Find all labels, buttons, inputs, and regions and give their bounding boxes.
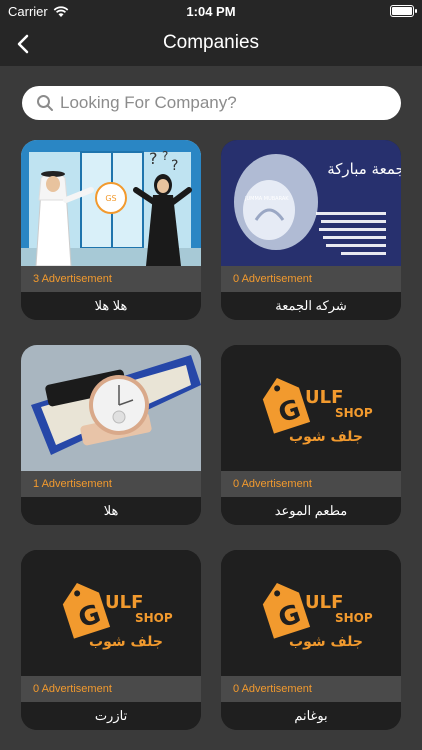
company-card[interactable]: G ULF SHOP جلف شوب 0 Advertisement مطعم … <box>221 345 401 525</box>
company-image: G ULF SHOP جلف شوب <box>221 345 401 471</box>
company-name: تازرت <box>21 702 201 730</box>
company-card[interactable]: جمعة مباركة JUMMA MUBARAK 0 Advertisemen… <box>221 140 401 320</box>
svg-text:ULF: ULF <box>105 592 143 613</box>
svg-text:ULF: ULF <box>305 387 343 408</box>
company-card[interactable]: G ULF SHOP جلف شوب 0 Advertisement بوغان… <box>221 550 401 730</box>
company-name: هلا <box>21 497 201 525</box>
search-bar[interactable] <box>22 86 401 120</box>
navigation-bar: Companies <box>0 22 422 66</box>
page-title: Companies <box>162 32 260 53</box>
advertisement-count: 0 Advertisement <box>221 676 401 702</box>
advertisement-count: 1 Advertisement <box>21 471 201 497</box>
advertisement-count: 0 Advertisement <box>221 471 401 497</box>
company-name: مطعم الموعد <box>221 497 401 525</box>
svg-text:?: ? <box>171 158 178 174</box>
svg-text:جلف شوب: جلف شوب <box>289 429 363 445</box>
advertisement-count: 0 Advertisement <box>21 676 201 702</box>
company-name: هلا هلا <box>21 292 201 320</box>
company-card[interactable]: G ULF SHOP جلف شوب 0 Advertisement تازرت <box>21 550 201 730</box>
advertisement-count: 3 Advertisement <box>21 266 201 292</box>
status-bar: Carrier 1:04 PM <box>0 0 422 22</box>
company-image: G ULF SHOP جلف شوب <box>221 550 401 676</box>
svg-text:جلف شوب: جلف شوب <box>89 634 163 650</box>
svg-text:SHOP: SHOP <box>335 611 373 625</box>
search-input[interactable] <box>60 93 380 113</box>
company-card[interactable]: 1 Advertisement هلا <box>21 345 201 525</box>
company-card[interactable]: GS ? ? ? 3 Advertisement هلا هلا <box>21 140 201 320</box>
svg-text:جلف شوب: جلف شوب <box>289 634 363 650</box>
advertisement-count: 0 Advertisement <box>221 266 401 292</box>
friday-title: جمعة مباركة <box>327 160 401 178</box>
company-image: G ULF SHOP جلف شوب <box>21 550 201 676</box>
svg-text:ULF: ULF <box>305 592 343 613</box>
svg-text:GS: GS <box>105 194 116 203</box>
friday-caption: JUMMA MUBARAK <box>244 196 289 202</box>
svg-text:SHOP: SHOP <box>135 611 173 625</box>
battery-icon <box>390 5 417 17</box>
company-name: بوغانم <box>221 702 401 730</box>
gulf-shop-logo-icon: G ULF SHOP جلف شوب <box>221 550 401 676</box>
company-image <box>21 345 201 471</box>
svg-text:?: ? <box>149 149 158 168</box>
company-name: شركه الجمعة <box>221 292 401 320</box>
svg-text:SHOP: SHOP <box>335 406 373 420</box>
search-icon <box>37 95 53 111</box>
clock: 1:04 PM <box>186 4 236 19</box>
company-image: GS ? ? ? <box>21 140 201 266</box>
gulf-shop-logo-icon: G ULF SHOP جلف شوب <box>21 550 201 676</box>
svg-text:?: ? <box>162 149 168 163</box>
company-image: جمعة مباركة JUMMA MUBARAK <box>221 140 401 266</box>
gulf-shop-logo-icon: G ULF SHOP جلف شوب <box>221 345 401 471</box>
